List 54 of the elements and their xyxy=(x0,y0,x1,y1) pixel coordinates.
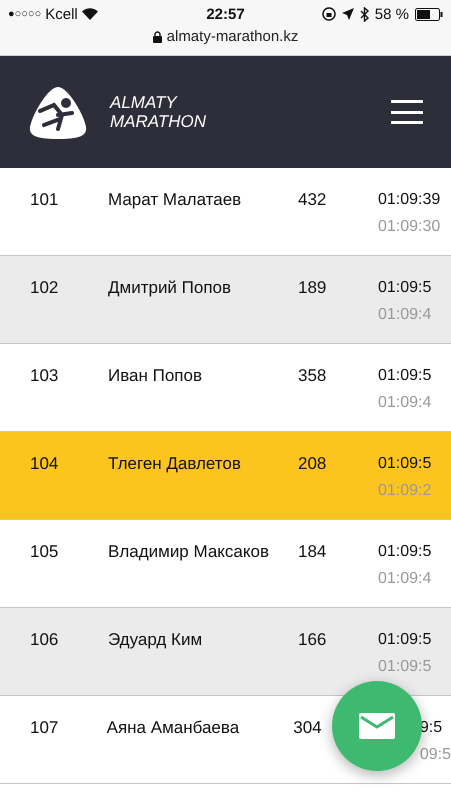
result-row[interactable]: 104 Тлеген Давлетов 208 01:09:5 01:09:2 xyxy=(0,432,451,520)
net-time: 01:09:2 xyxy=(378,481,432,501)
runner-name: Дмитрий Попов xyxy=(108,277,232,299)
carrier-name: Kcell xyxy=(45,6,78,22)
runner-logo-icon xyxy=(28,84,88,140)
net-time: 01:09:5 xyxy=(378,657,432,677)
runner-name: Иван Попов xyxy=(108,365,203,387)
result-row[interactable]: 106 Эдуард Ким 166 01:09:5 01:09:5 xyxy=(0,608,451,696)
finish-time: 01:09:5 xyxy=(378,278,432,298)
wifi-icon xyxy=(82,8,98,20)
place-number: 107 xyxy=(29,717,60,739)
logo-text: ALMATY xyxy=(110,93,178,112)
runner-name: Тлеген Давлетов xyxy=(108,453,242,475)
lock-icon xyxy=(152,30,162,42)
runner-name: Эдуард Ким xyxy=(108,629,204,651)
signal-strength: ●○○○○ xyxy=(8,8,42,20)
place-number: 101 xyxy=(29,189,60,211)
finish-time: 01:09:5 xyxy=(378,366,432,386)
runner-name: Аяна Аманбаева xyxy=(106,717,240,739)
finish-time: 01:09:39 xyxy=(378,190,442,210)
place-number: 102 xyxy=(29,277,60,299)
page-url[interactable]: almaty-marathon.kz xyxy=(166,28,298,45)
bib-number: 166 xyxy=(298,629,328,651)
bluetooth-icon xyxy=(360,6,369,22)
net-time: 09:5 xyxy=(420,745,451,765)
bib-number: 432 xyxy=(298,189,328,211)
net-time: 01:09:4 xyxy=(378,393,432,413)
runner-name: Владимир Максаков xyxy=(108,541,270,563)
mail-icon xyxy=(359,713,395,739)
bib-number: 184 xyxy=(298,541,328,563)
net-time: 01:09:30 xyxy=(378,217,442,237)
rotation-lock-icon xyxy=(322,7,336,21)
clock-time: 22:57 xyxy=(206,6,245,22)
place-number: 106 xyxy=(29,629,60,651)
place-number: 103 xyxy=(29,365,60,387)
finish-time: 01:09:5 xyxy=(378,454,432,474)
place-number: 104 xyxy=(29,453,60,475)
bib-number: 189 xyxy=(298,277,328,299)
place-number: 105 xyxy=(29,541,60,563)
runner-name: Марат Малатаев xyxy=(108,189,242,211)
battery-percent: 58 % xyxy=(374,6,409,22)
location-arrow-icon xyxy=(342,8,354,20)
net-time: 01:09:4 xyxy=(378,305,432,325)
bib-number: 208 xyxy=(298,453,328,475)
logo-text: MARATHON xyxy=(110,112,206,131)
menu-button[interactable] xyxy=(391,100,423,124)
result-row[interactable]: 102 Дмитрий Попов 189 01:09:5 01:09:4 xyxy=(0,256,451,344)
finish-time: 01:09:5 xyxy=(378,630,432,650)
bib-number: 358 xyxy=(298,365,328,387)
finish-time: 01:09:5 xyxy=(378,542,432,562)
battery-icon xyxy=(415,8,443,20)
bib-number: 304 xyxy=(293,717,323,739)
net-time: 01:09:4 xyxy=(378,569,432,589)
finish-time: 9:5 xyxy=(420,718,444,738)
